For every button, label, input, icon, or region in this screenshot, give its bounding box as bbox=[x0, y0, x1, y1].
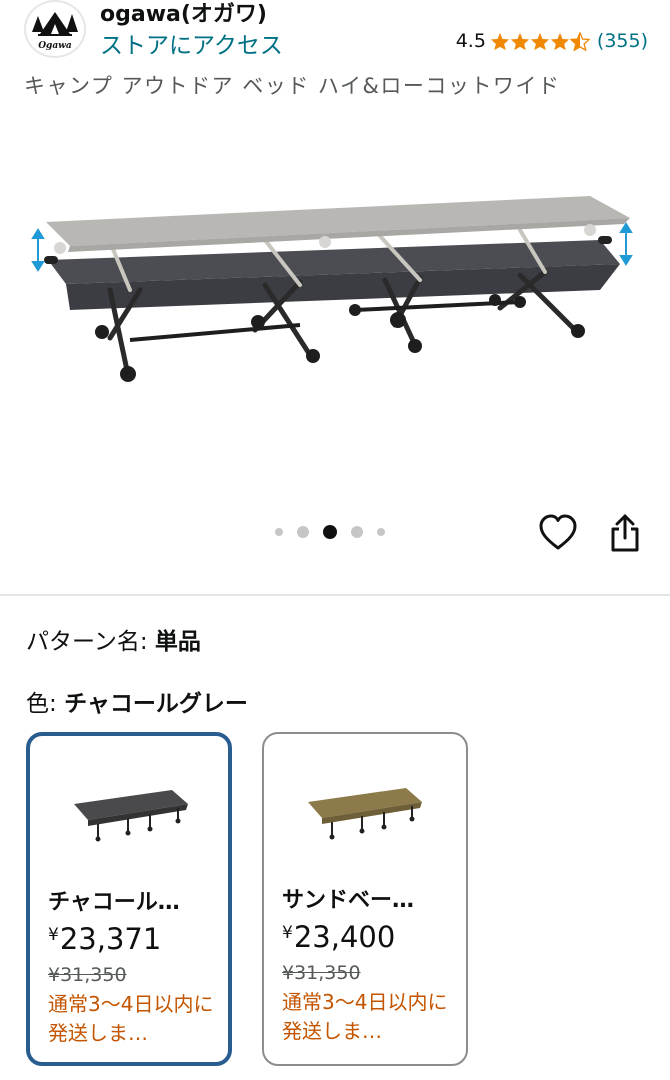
option-price: ¥23,400 bbox=[282, 920, 396, 954]
share-icon bbox=[611, 514, 639, 552]
product-title: キャンプ アウトドア ベッド ハイ&ローコットワイド bbox=[24, 74, 561, 98]
rating-count: (355) bbox=[596, 30, 648, 52]
option-delivery: 通常3〜4日以内に発送しま… bbox=[48, 992, 214, 1045]
color-option-card[interactable]: サンドベー… ¥23,400 ¥31,350 通常3〜4日以内に発送しま… bbox=[262, 732, 468, 1066]
carousel-dot[interactable] bbox=[275, 528, 283, 536]
wishlist-button[interactable] bbox=[538, 514, 578, 552]
carousel-indicator[interactable] bbox=[275, 525, 385, 539]
star-icon bbox=[490, 32, 509, 50]
carousel-dot[interactable] bbox=[377, 528, 385, 536]
brand-name[interactable]: ogawa(オガワ) bbox=[100, 0, 267, 28]
option-list-price: ¥31,350 bbox=[48, 964, 127, 986]
tent-trees-icon: Ogawa bbox=[32, 12, 78, 51]
option-name: チャコール… bbox=[48, 890, 180, 915]
color-option-card[interactable]: チャコール… ¥23,371 ¥31,350 通常3〜4日以内に発送しま… bbox=[26, 732, 232, 1066]
carousel-dot[interactable] bbox=[297, 526, 309, 538]
pattern-label: パターン名: bbox=[26, 629, 148, 655]
option-name: サンドベー… bbox=[282, 888, 415, 913]
color-value: チャコールグレー bbox=[64, 691, 248, 717]
star-icon bbox=[510, 32, 529, 50]
star-icon bbox=[550, 32, 569, 50]
star-icon bbox=[530, 32, 549, 50]
svg-text:Ogawa: Ogawa bbox=[38, 41, 72, 51]
star-half-icon bbox=[569, 31, 590, 51]
rating-summary[interactable]: 4.5 (355) bbox=[456, 30, 648, 52]
option-delivery: 通常3〜4日以内に発送しま… bbox=[282, 990, 448, 1043]
charcoal-cot-thumbnail bbox=[74, 790, 188, 842]
sand-cot-thumbnail bbox=[308, 788, 422, 840]
brand-logo[interactable]: Ogawa bbox=[24, 0, 86, 58]
color-label: 色: bbox=[26, 691, 57, 717]
carousel-dot-active[interactable] bbox=[323, 525, 337, 539]
rating-value: 4.5 bbox=[455, 30, 486, 52]
share-button[interactable] bbox=[606, 513, 644, 553]
carousel-dot[interactable] bbox=[351, 526, 363, 538]
color-row: 色: チャコールグレー bbox=[26, 684, 248, 718]
cot-illustration bbox=[31, 196, 633, 382]
option-price: ¥23,371 bbox=[48, 922, 162, 956]
pattern-row: パターン名: 単品 bbox=[26, 622, 201, 656]
heart-icon bbox=[539, 514, 577, 550]
product-image[interactable] bbox=[0, 160, 670, 420]
pattern-value: 単品 bbox=[154, 629, 201, 655]
star-rating bbox=[490, 31, 590, 51]
section-divider bbox=[0, 594, 670, 596]
store-link[interactable]: ストアにアクセス bbox=[100, 26, 283, 60]
option-list-price: ¥31,350 bbox=[282, 962, 361, 984]
